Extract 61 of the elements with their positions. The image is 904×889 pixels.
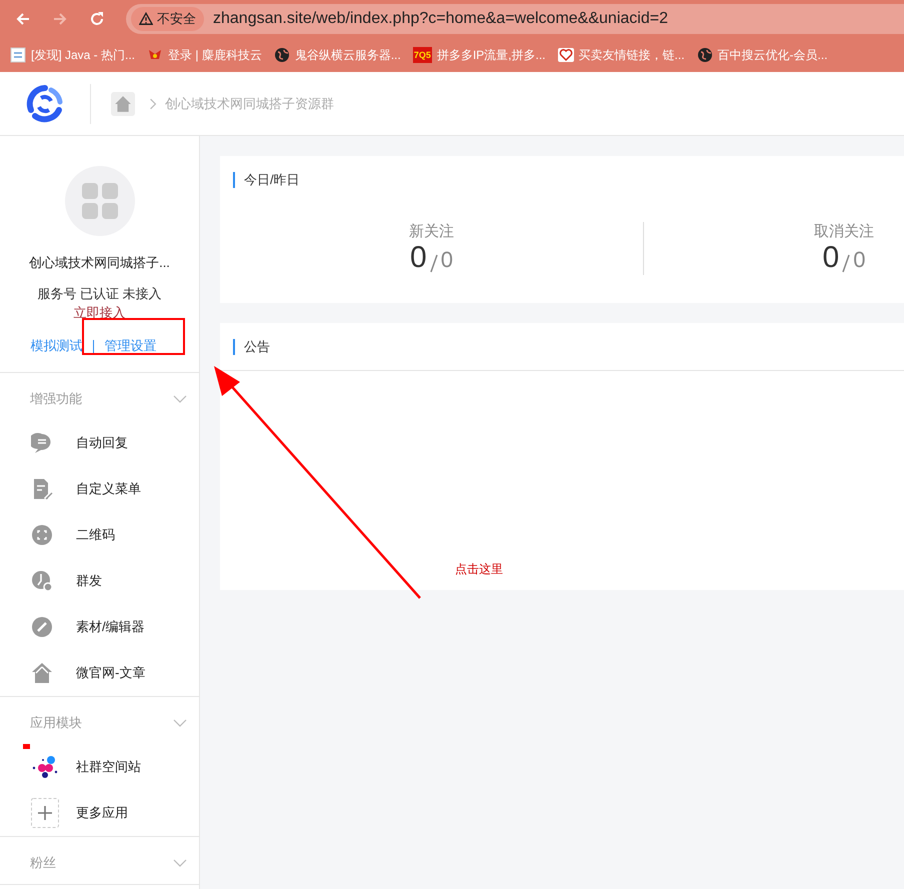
home-button[interactable] (111, 92, 135, 116)
stat-label: 取消关注 (814, 222, 874, 241)
clock-icon (31, 570, 53, 592)
home-icon (114, 94, 132, 112)
bookmark-label: 鬼谷纵横云服务器... (294, 46, 401, 64)
logo-icon (25, 84, 65, 124)
card-title: 公告 (233, 339, 904, 355)
nav-item[interactable]: 更多应用 (0, 790, 199, 836)
account-status: 服务号 已认证 未接入 立即接入 (36, 285, 163, 322)
house-icon (31, 662, 53, 684)
section-title: 粉丝 (30, 854, 56, 872)
address-bar[interactable]: 不安全 zhangsan.site/web/index.php?c=home&a=welcome&&uniacid=2 (126, 4, 904, 34)
bookmark-label: 登录 | 麋鹿科技云 (168, 46, 262, 64)
chevron-down-icon (173, 395, 187, 403)
annotation-text: 点击这里 (455, 561, 503, 578)
url-text: zhangsan.site/web/index.php?c=home&a=welcome&&uniacid=2 (213, 10, 668, 28)
bookmark-label: [发现] Java - 热门... (31, 46, 136, 64)
chevron-down-icon (173, 859, 187, 867)
bookmark-label: 拼多多IP流量,拼多... (436, 46, 546, 64)
scan-icon (31, 524, 53, 546)
stat-today: 0 (822, 241, 840, 275)
nav-item[interactable]: 自定义菜单 (0, 466, 199, 512)
nav-item[interactable]: 素材/编辑器 (0, 604, 199, 650)
nav-item[interactable]: 自动回复 (0, 420, 199, 466)
stat-yesterday: 0 (853, 247, 866, 274)
chat-bubble-icon (31, 432, 53, 454)
security-label: 不安全 (157, 10, 196, 28)
stat-today: 0 (410, 241, 427, 275)
reload-icon (89, 11, 105, 27)
heart-icon (558, 47, 574, 63)
warning-icon (139, 12, 153, 26)
stat-label: 新关注 (409, 222, 454, 241)
bookmark-label: 买卖友情链接，链... (578, 46, 685, 64)
stat-yesterday: 0 (440, 247, 453, 274)
nav-item[interactable]: 二维码 (0, 512, 199, 558)
account-name: 创心域技术网同城搭子... (29, 254, 170, 272)
chevron-down-icon (173, 719, 187, 727)
pen-icon (31, 616, 53, 638)
back-icon (15, 11, 31, 27)
section-title: 增强功能 (30, 390, 82, 408)
section-title: 应用模块 (30, 714, 82, 732)
card-title: 今日/昨日 (233, 172, 904, 188)
grid-icon (82, 183, 118, 219)
globe-icon (696, 47, 713, 63)
slash-icon (841, 253, 852, 273)
plus-icon (31, 798, 59, 828)
globe-icon (274, 47, 290, 63)
nav-item[interactable]: 群发 (0, 558, 199, 604)
bookmark[interactable]: 7Q5 拼多多IP流量,拼多... (412, 46, 546, 64)
site-badge: 7Q5 (412, 47, 432, 63)
document-edit-icon (31, 478, 53, 500)
chevron-icon (149, 98, 157, 110)
document-icon (10, 47, 26, 63)
connect-link[interactable]: 立即接入 (74, 305, 126, 320)
nav-item[interactable]: 微官网-文章 (0, 650, 199, 696)
security-chip[interactable]: 不安全 (131, 7, 204, 31)
slash-icon (428, 253, 439, 273)
colorful-dots-icon (31, 755, 59, 779)
nav-item[interactable]: 社群空间站 (0, 744, 199, 790)
forward-icon (52, 11, 68, 27)
bookmark-label: 百中搜云优化-会员... (718, 46, 828, 64)
